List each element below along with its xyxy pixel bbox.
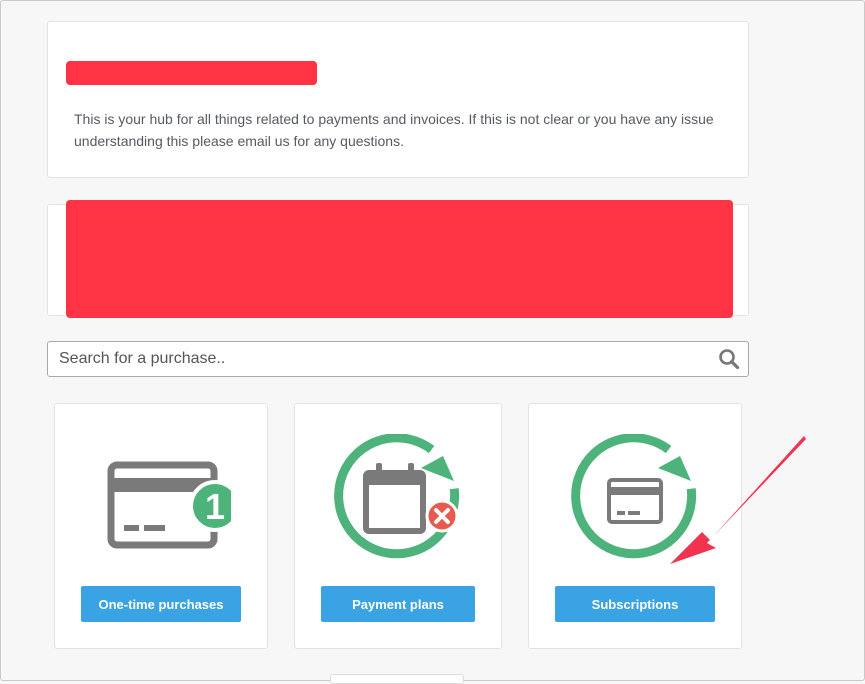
calendar-cycle-cancel-icon: [334, 434, 460, 559]
one-time-purchases-button[interactable]: One-time purchases: [81, 586, 241, 622]
pagination-stub: [330, 674, 464, 684]
card-cycle-icon: [571, 434, 697, 559]
card-with-number-icon: 1: [107, 461, 231, 549]
search-input[interactable]: [48, 342, 708, 376]
banner-card: [47, 200, 749, 318]
redacted-title: [66, 61, 317, 85]
search-bar: [47, 341, 749, 377]
option-card-one-time: 1 One-time purchases: [54, 403, 268, 649]
option-card-payment-plans: Payment plans: [294, 403, 502, 649]
redacted-banner: [66, 200, 733, 318]
subscriptions-button[interactable]: Subscriptions: [555, 586, 715, 622]
option-card-subscriptions: Subscriptions: [528, 403, 742, 649]
search-icon[interactable]: [718, 348, 740, 370]
card-badge-number: 1: [205, 486, 225, 527]
payment-plans-button[interactable]: Payment plans: [321, 586, 475, 622]
hub-info-card: This is your hub for all things related …: [47, 21, 749, 178]
hub-description: This is your hub for all things related …: [74, 111, 714, 149]
